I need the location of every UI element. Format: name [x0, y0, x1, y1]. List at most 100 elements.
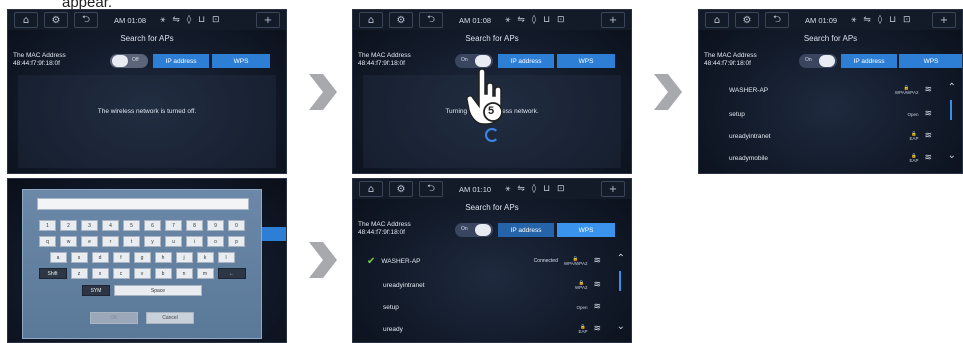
key[interactable]: 6 [144, 220, 161, 231]
status-icons: ⚹ ⇋ ◊ ⊔ ⊡ [505, 184, 567, 194]
shift-key[interactable]: Shift [38, 268, 67, 279]
cancel-button[interactable]: Cancel [146, 312, 194, 324]
home-icon[interactable]: ⌂ [14, 12, 38, 28]
tab-ip-address[interactable]: IP address [498, 223, 554, 237]
list-item[interactable]: ureadymobile 🔒 EAP ≋ [729, 148, 932, 168]
key[interactable]: u [165, 236, 182, 247]
key[interactable]: j [175, 252, 193, 263]
settings-icon[interactable]: ⚙ [389, 12, 413, 28]
space-key[interactable]: Space [114, 285, 202, 296]
key[interactable]: t [123, 236, 140, 247]
tab-wps[interactable]: WPS [557, 223, 615, 237]
toggle-label: Off [132, 57, 139, 63]
key[interactable]: f [112, 252, 130, 263]
key[interactable]: o [207, 236, 224, 247]
security-type: Open [576, 304, 588, 310]
key[interactable]: n [175, 268, 193, 279]
key[interactable]: g [133, 252, 151, 263]
settings-icon[interactable]: ⚙ [735, 12, 759, 28]
plus-icon[interactable]: + [256, 12, 280, 28]
settings-icon[interactable]: ⚙ [44, 12, 68, 28]
password-input[interactable] [37, 198, 249, 210]
key[interactable]: i [186, 236, 203, 247]
key[interactable]: 8 [186, 220, 203, 231]
ok-button[interactable]: OK [90, 312, 138, 324]
plus-icon[interactable]: + [932, 12, 956, 28]
tab-ip-address[interactable]: IP address [841, 54, 897, 68]
key[interactable]: c [112, 268, 130, 279]
key[interactable]: 3 [81, 220, 98, 231]
mac-address: The MAC Address 48:44:f7:9f:18:0f [704, 52, 757, 68]
key[interactable]: k [196, 252, 214, 263]
chevron-right-icon [305, 240, 339, 280]
back-icon[interactable]: ⮌ [74, 12, 98, 28]
key[interactable]: q [39, 236, 56, 247]
home-icon[interactable]: ⌂ [359, 181, 383, 197]
key[interactable]: 7 [165, 220, 182, 231]
key[interactable]: m [196, 268, 214, 279]
key[interactable]: r [102, 236, 119, 247]
scrollbar[interactable] [619, 271, 621, 291]
tab-ip-address[interactable]: IP address [153, 54, 209, 68]
chevron-up-icon[interactable]: ⌃ [617, 253, 625, 264]
key[interactable]: v [133, 268, 151, 279]
chevron-up-icon[interactable]: ⌃ [948, 82, 956, 93]
list-item[interactable]: ✔ WASHER-AP Connected 🔒 WPA/WPA2 ≋ [367, 251, 601, 271]
ap-name: ureadyintranet [729, 132, 771, 140]
key[interactable]: 1 [39, 220, 56, 231]
key[interactable]: 0 [228, 220, 245, 231]
hand-pointer-icon: 5 [465, 66, 509, 130]
key[interactable]: s [70, 252, 88, 263]
clock: AM 01:08 [459, 15, 492, 25]
key[interactable]: x [91, 268, 109, 279]
key[interactable]: 2 [60, 220, 77, 231]
key[interactable]: 4 [102, 220, 119, 231]
key[interactable]: p [228, 236, 245, 247]
wifi-signal-icon: ≋ [924, 109, 932, 119]
list-item[interactable]: ureadyintranet 🔒 EAP ≋ [729, 126, 932, 146]
status-bar: ⌂ ⚙ ⮌ AM 01:08 ⚹ ⇋ ◊ ⊔ ⊡ + [353, 10, 631, 30]
scrollbar[interactable] [950, 100, 952, 120]
list-item[interactable]: ureadyintranet 🔒 WPA2 ≋ [383, 275, 601, 295]
tab-wps[interactable]: WPS [212, 54, 270, 68]
key[interactable]: d [91, 252, 109, 263]
key-row-numbers: 1 2 3 4 5 6 7 8 9 0 [23, 220, 261, 231]
key[interactable]: 9 [207, 220, 224, 231]
list-item[interactable]: uready 🔒 EAP ≋ [383, 319, 601, 339]
home-icon[interactable]: ⌂ [705, 12, 729, 28]
chevron-down-icon[interactable]: ⌄ [617, 321, 625, 332]
mac-label: The MAC Address [13, 52, 66, 59]
ap-name: WASHER-AP [729, 86, 769, 94]
key[interactable]: b [154, 268, 172, 279]
sym-key[interactable]: SYM [82, 285, 110, 296]
key[interactable]: e [81, 236, 98, 247]
back-icon[interactable]: ⮌ [419, 12, 443, 28]
tab-wps[interactable]: WPS [557, 54, 615, 68]
backspace-key[interactable]: ← [217, 268, 246, 279]
home-icon[interactable]: ⌂ [359, 12, 383, 28]
settings-icon[interactable]: ⚙ [389, 181, 413, 197]
security-type: EAP [578, 329, 588, 334]
list-item[interactable]: setup Open ≋ [729, 104, 932, 124]
tab-wps[interactable]: WPS [899, 54, 962, 68]
list-item[interactable]: WASHER-AP 🔒 WPA/WPA2 ≋ [729, 80, 932, 100]
plus-icon[interactable]: + [601, 181, 625, 197]
mac-value: 48:44:f7:9f:18:0f [704, 60, 751, 67]
list-item[interactable]: setup Open ≋ [383, 297, 601, 317]
chevron-down-icon[interactable]: ⌄ [948, 150, 956, 161]
wifi-toggle[interactable]: On [799, 54, 837, 68]
key[interactable]: l [217, 252, 235, 263]
key[interactable]: a [49, 252, 67, 263]
back-icon[interactable]: ⮌ [419, 181, 443, 197]
plus-icon[interactable]: + [601, 12, 625, 28]
key[interactable]: z [70, 268, 88, 279]
security-type: EAP [909, 158, 919, 163]
back-icon[interactable]: ⮌ [765, 12, 789, 28]
key[interactable]: w [60, 236, 77, 247]
wifi-toggle[interactable]: Off [110, 54, 148, 68]
key[interactable]: 5 [123, 220, 140, 231]
onscreen-keyboard: 1 2 3 4 5 6 7 8 9 0 q w e r t y u i o p … [22, 189, 262, 339]
wifi-toggle[interactable]: On [455, 223, 493, 237]
key[interactable]: h [154, 252, 172, 263]
key[interactable]: y [144, 236, 161, 247]
